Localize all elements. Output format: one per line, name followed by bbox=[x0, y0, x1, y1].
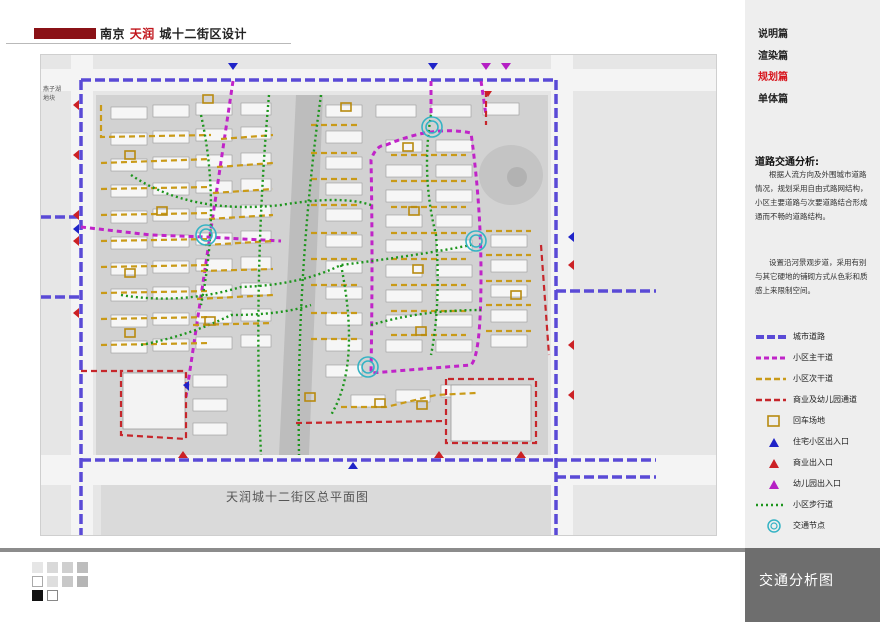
commercial-entrance-triangle-icon bbox=[769, 459, 779, 468]
city-road-line-icon bbox=[756, 335, 786, 339]
bottom-divider bbox=[0, 548, 745, 552]
page-title: 南京 天润 城十二街区设计 bbox=[100, 27, 247, 41]
analysis-title: 道路交通分析: bbox=[755, 157, 819, 168]
turnaround-square-icon bbox=[767, 415, 780, 427]
analysis-paragraph-2: 设置沿河景观步道，采用有别与其它硬地的铺砌方式从色彩和质感上来限制空间。 bbox=[755, 258, 868, 295]
swatch bbox=[77, 576, 88, 587]
swatch bbox=[47, 562, 58, 573]
secondary-road-line-icon bbox=[756, 377, 786, 381]
legend-turnaround: 回车场地 bbox=[755, 414, 877, 428]
legend-residential-entrance: 住宅小区出入口 bbox=[755, 435, 877, 449]
swatch bbox=[32, 562, 43, 573]
nav-item-rendering[interactable]: 渲染篇 bbox=[758, 47, 788, 62]
header-divider bbox=[6, 43, 291, 44]
nav-item-description[interactable]: 说明篇 bbox=[758, 25, 788, 40]
footer-panel: 交通分析图 bbox=[745, 548, 880, 622]
legend-secondary-road: 小区次干道 bbox=[755, 372, 877, 386]
swatch bbox=[47, 576, 58, 587]
map-side-label: 燕子湖 地块 bbox=[43, 86, 62, 102]
swatch bbox=[47, 590, 58, 601]
legend-main-road: 小区主干道 bbox=[755, 351, 877, 365]
legend-kindergarten-entrance: 幼儿园出入口 bbox=[755, 477, 877, 491]
nav-item-building[interactable]: 单体篇 bbox=[758, 90, 788, 105]
legend-commercial-road: 商业及幼儿园通道 bbox=[755, 393, 877, 407]
swatch bbox=[32, 590, 43, 601]
header-color-bar bbox=[34, 28, 96, 39]
footpath-dotted-line-icon bbox=[756, 503, 786, 507]
analysis-paragraph-1: 根据人流方向及外围城市道路情况，规划采用自由式路网结构，小区主要道路与次要道路结… bbox=[755, 170, 868, 221]
legend-commercial-entrance: 商业出入口 bbox=[755, 456, 877, 470]
swatch bbox=[77, 562, 88, 573]
footer-title: 交通分析图 bbox=[759, 573, 834, 589]
legend-footpath: 小区步行道 bbox=[755, 498, 877, 512]
traffic-node-circle-icon bbox=[767, 519, 781, 533]
commercial-road-line-icon bbox=[756, 398, 786, 402]
sidebar: 说明篇 渲染篇 规划篇 单体篇 道路交通分析: 根据人流方向及外围城市道路情况，… bbox=[745, 0, 880, 548]
residential-entrance-triangle-icon bbox=[769, 438, 779, 447]
main-road-line-icon bbox=[756, 356, 786, 360]
kindergarten-entrance-triangle-icon bbox=[769, 480, 779, 489]
nav-item-planning[interactable]: 规划篇 bbox=[758, 68, 788, 83]
swatch bbox=[62, 562, 73, 573]
swatch bbox=[32, 576, 43, 587]
legend-traffic-node: 交通节点 bbox=[755, 519, 877, 533]
swatch bbox=[62, 576, 73, 587]
plan-title: 天润城十二街区总平面图 bbox=[226, 490, 370, 504]
legend-city-road: 城市道路 bbox=[755, 330, 877, 344]
site-plan-map: 燕子湖 地块 天润城十二街区总平面图 bbox=[40, 54, 717, 536]
